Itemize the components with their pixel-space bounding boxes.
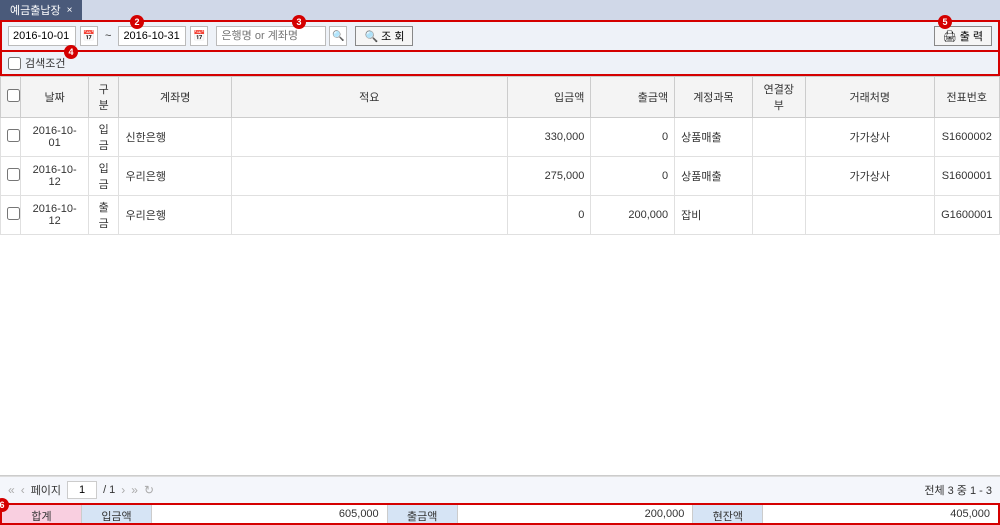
cell-type: 출금 <box>88 196 119 235</box>
badge-2: 2 <box>130 15 144 29</box>
toolbar: 2 3 5 📅 ~ 📅 🔍 🔍 조 회 🖨 출 력 <box>0 20 1000 52</box>
col-ledger: 연결장부 <box>752 77 805 118</box>
cell-type: 입금 <box>88 157 119 196</box>
pager-page-input[interactable] <box>67 481 97 499</box>
row-checkbox[interactable] <box>7 129 20 142</box>
refresh-icon[interactable]: ↻ <box>144 483 154 497</box>
col-date: 날짜 <box>21 77 88 118</box>
cell-link <box>752 118 805 157</box>
condition-label: 검색조건 <box>25 55 65 71</box>
condition-checkbox[interactable] <box>8 57 21 70</box>
calendar-icon[interactable]: 📅 <box>80 26 98 46</box>
cell-date: 2016-10-01 <box>21 118 88 157</box>
date-to-input[interactable] <box>118 26 186 46</box>
cell-cat: 상품매출 <box>675 118 753 157</box>
table-row[interactable]: 2016-10-12입금우리은행 275,0000상품매출 가가상사S1600001 <box>1 157 1000 196</box>
table-row[interactable]: 2016-10-12출금우리은행 0200,000잡비 G1600001 <box>1 196 1000 235</box>
pager: « ‹ 페이지 / 1 › » ↻ 전체 3 중 1 - 3 <box>0 476 1000 503</box>
pager-first-icon[interactable]: « <box>8 483 15 497</box>
cell-in: 330,000 <box>507 118 591 157</box>
data-table-wrap: 날짜 구분 계좌명 적요 입금액 출금액 계정과목 연결장부 거래처명 전표번호… <box>0 76 1000 476</box>
search-button[interactable]: 🔍 조 회 <box>355 26 413 46</box>
cell-in: 0 <box>507 196 591 235</box>
cell-date: 2016-10-12 <box>21 157 88 196</box>
pager-label: 페이지 <box>31 482 61 498</box>
search-input[interactable] <box>216 26 326 46</box>
col-type: 구분 <box>88 77 119 118</box>
cell-desc <box>231 118 507 157</box>
cell-in: 275,000 <box>507 157 591 196</box>
data-table: 날짜 구분 계좌명 적요 입금액 출금액 계정과목 연결장부 거래처명 전표번호… <box>0 76 1000 235</box>
calendar-icon[interactable]: 📅 <box>190 26 208 46</box>
tab-title: 예금출납장 <box>10 2 61 18</box>
summary-in-label: 입금액 <box>82 505 152 523</box>
row-checkbox[interactable] <box>7 168 20 181</box>
cell-link <box>752 196 805 235</box>
cell-slip: G1600001 <box>934 196 999 235</box>
pager-prev-icon[interactable]: ‹ <box>21 483 25 497</box>
cell-vendor: 가가상사 <box>805 118 934 157</box>
row-checkbox[interactable] <box>7 207 20 220</box>
tab-bar: 예금출납장 × <box>0 0 1000 20</box>
cell-account: 신한은행 <box>119 118 231 157</box>
cell-desc <box>231 157 507 196</box>
cell-cat: 상품매출 <box>675 157 753 196</box>
summary-out-value: 200,000 <box>458 505 694 523</box>
close-icon[interactable]: × <box>67 5 73 16</box>
col-category: 계정과목 <box>675 77 753 118</box>
pager-info: 전체 3 중 1 - 3 <box>924 482 992 498</box>
cell-type: 입금 <box>88 118 119 157</box>
summary-bal-value: 405,000 <box>763 505 998 523</box>
search-icon[interactable]: 🔍 <box>329 26 347 46</box>
active-tab[interactable]: 예금출납장 × <box>0 0 82 21</box>
date-from-input[interactable] <box>8 26 76 46</box>
summary-total-label: 합계 <box>2 505 82 523</box>
badge-3: 3 <box>292 15 306 29</box>
pager-next-icon[interactable]: › <box>121 483 125 497</box>
cell-slip: S1600001 <box>934 157 999 196</box>
col-vendor: 거래처명 <box>805 77 934 118</box>
col-checkbox <box>1 77 21 118</box>
badge-5: 5 <box>938 15 952 29</box>
table-header-row: 날짜 구분 계좌명 적요 입금액 출금액 계정과목 연결장부 거래처명 전표번호 <box>1 77 1000 118</box>
col-deposit: 입금액 <box>507 77 591 118</box>
col-withdrawal: 출금액 <box>591 77 675 118</box>
search-icon-small: 🔍 <box>364 30 378 43</box>
col-description: 적요 <box>231 77 507 118</box>
badge-4: 4 <box>64 45 78 59</box>
pager-last-icon[interactable]: » <box>131 483 138 497</box>
summary-bar: 6 합계 입금액 605,000 출금액 200,000 현잔액 405,000 <box>0 503 1000 525</box>
select-all-checkbox[interactable] <box>7 89 20 102</box>
cell-cat: 잡비 <box>675 196 753 235</box>
cell-desc <box>231 196 507 235</box>
cell-out: 0 <box>591 157 675 196</box>
summary-out-label: 출금액 <box>388 505 458 523</box>
condition-bar: 4 검색조건 <box>0 52 1000 76</box>
tilde: ~ <box>105 30 111 42</box>
cell-link <box>752 157 805 196</box>
summary-in-value: 605,000 <box>152 505 388 523</box>
cell-date: 2016-10-12 <box>21 196 88 235</box>
cell-vendor: 가가상사 <box>805 157 934 196</box>
cell-out: 200,000 <box>591 196 675 235</box>
col-account: 계좌명 <box>119 77 231 118</box>
print-icon: 🖨 <box>943 30 957 43</box>
cell-out: 0 <box>591 118 675 157</box>
col-slip: 전표번호 <box>934 77 999 118</box>
cell-account: 우리은행 <box>119 157 231 196</box>
print-button[interactable]: 🖨 출 력 <box>934 26 992 46</box>
cell-slip: S1600002 <box>934 118 999 157</box>
summary-bal-label: 현잔액 <box>693 505 763 523</box>
cell-account: 우리은행 <box>119 196 231 235</box>
search-btn-label: 조 회 <box>381 28 404 44</box>
table-row[interactable]: 2016-10-01입금신한은행 330,0000상품매출 가가상사S1600002 <box>1 118 1000 157</box>
pager-total: / 1 <box>103 484 115 496</box>
print-btn-label: 출 력 <box>960 28 983 44</box>
cell-vendor <box>805 196 934 235</box>
